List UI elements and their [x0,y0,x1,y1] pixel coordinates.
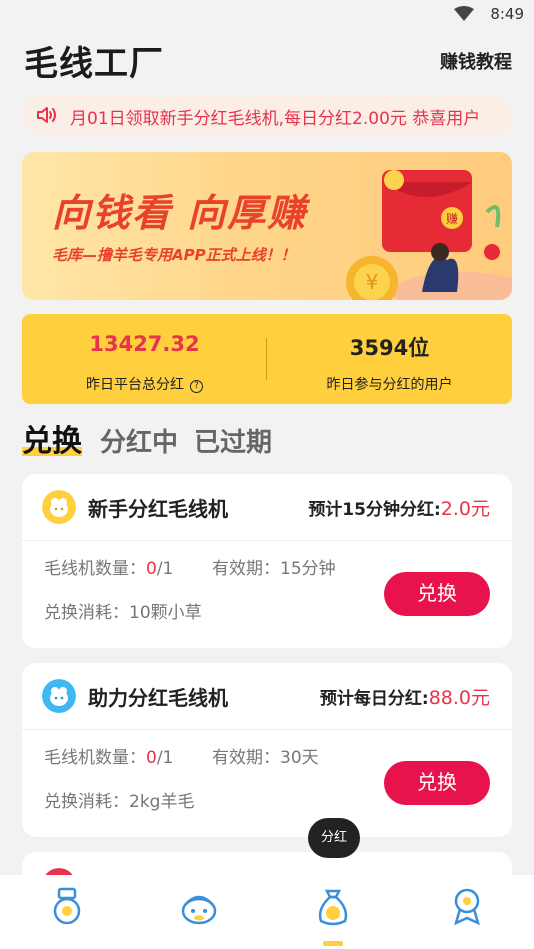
machine-name: 新手分红毛线机 [88,497,228,521]
dividend-estimate: 预计每日分红:88.0元 [320,683,490,710]
tab-active-dividends[interactable]: 分红中 [100,422,178,459]
app-header: 毛线工厂 赚钱教程 [0,30,534,90]
machine-count-label: 毛线机数量： [44,748,146,768]
tab-bar: 兑换 分红中 已过期 [22,418,512,462]
validity-period: 有效期：15分钟 [212,559,336,579]
announcement-marquee: 月01日领取新手分红毛线机,每日分红2.00元 恭喜用户 [22,95,512,135]
page-title: 毛线工厂 [24,44,164,84]
total-dividend-label: 昨日平台总分红 [86,377,184,393]
banner-illustration: 赚 ¥ [346,170,512,300]
promo-banner[interactable]: 向钱看 向厚赚 毛库—撸羊毛专用APP正式上线！！ 赚 ¥ [22,152,512,300]
card-divider [22,729,512,730]
total-dividend-value: 13427.32 [89,332,200,356]
machine-count-total: /1 [156,559,174,579]
nav-tooltip: 分红 [308,818,360,858]
banner-headline: 向钱看 向厚赚 [52,191,308,235]
banner-subline: 毛库—撸羊毛专用APP正式上线！！ [52,246,296,264]
yellow-sheep-icon [42,490,76,524]
tab-redeem[interactable]: 兑换 [22,416,82,460]
machine-count-label: 毛线机数量： [44,559,146,579]
machine-count-owned: 0 [146,748,157,768]
bottom-navigation [0,875,534,949]
redeem-button[interactable]: 兑换 [384,572,490,616]
machine-count-row: 毛线机数量：0/1 有效期：30天 [44,743,319,768]
redeem-button[interactable]: 兑换 [384,761,490,805]
total-dividend-stat: 13427.32 昨日平台总分红? [22,314,267,404]
estimate-amount: 2.0元 [440,498,490,520]
announcement-text: 月01日领取新手分红毛线机,每日分红2.00元 恭喜用户 [70,109,481,129]
sheep-face-icon[interactable] [179,887,219,927]
machine-count-owned: 0 [146,559,157,579]
redeem-cost: 兑换消耗：10颗小草 [44,603,202,623]
profile-icon[interactable] [447,887,487,927]
redeem-cost: 兑换消耗：2kg羊毛 [44,792,195,812]
estimate-label: 预计每日分红: [319,689,429,709]
wifi-icon [454,6,474,21]
active-tab-indicator [323,941,343,946]
validity-period: 有效期：30天 [212,748,319,768]
stats-panel: 13427.32 昨日平台总分红? 3594位 昨日参与分红的用户 [22,314,512,404]
machine-card-boost: 助力分红毛线机 预计每日分红:88.0元 毛线机数量：0/1 有效期：30天 兑… [22,663,512,837]
tab-expired[interactable]: 已过期 [194,422,272,459]
participant-count-label: 昨日参与分红的用户 [326,377,453,393]
blue-sheep-icon [42,679,76,713]
banner-badge-text: 赚 [446,211,458,226]
machine-count-total: /1 [156,748,174,768]
participant-count-value: 3594位 [349,336,430,360]
tutorial-link[interactable]: 赚钱教程 [440,48,512,74]
help-icon[interactable]: ? [190,380,203,393]
card-divider [22,540,512,541]
machine-card-newbie: 新手分红毛线机 预计15分钟分红:2.0元 毛线机数量：0/1 有效期：15分钟… [22,474,512,648]
participant-stat: 3594位 昨日参与分红的用户 [267,314,512,404]
estimate-amount: 88.0元 [428,687,490,709]
status-bar: 8:49 [0,0,534,30]
medal-icon[interactable] [47,887,87,927]
estimate-label: 预计15分钟分红: [308,500,441,520]
money-bag-icon[interactable] [313,887,353,927]
machine-name: 助力分红毛线机 [88,686,228,710]
status-time: 8:49 [490,5,524,23]
machine-count-row: 毛线机数量：0/1 有效期：15分钟 [44,554,336,579]
dividend-estimate: 预计15分钟分红:2.0元 [308,494,490,521]
speaker-icon [37,107,56,123]
svg-text:¥: ¥ [366,270,379,294]
